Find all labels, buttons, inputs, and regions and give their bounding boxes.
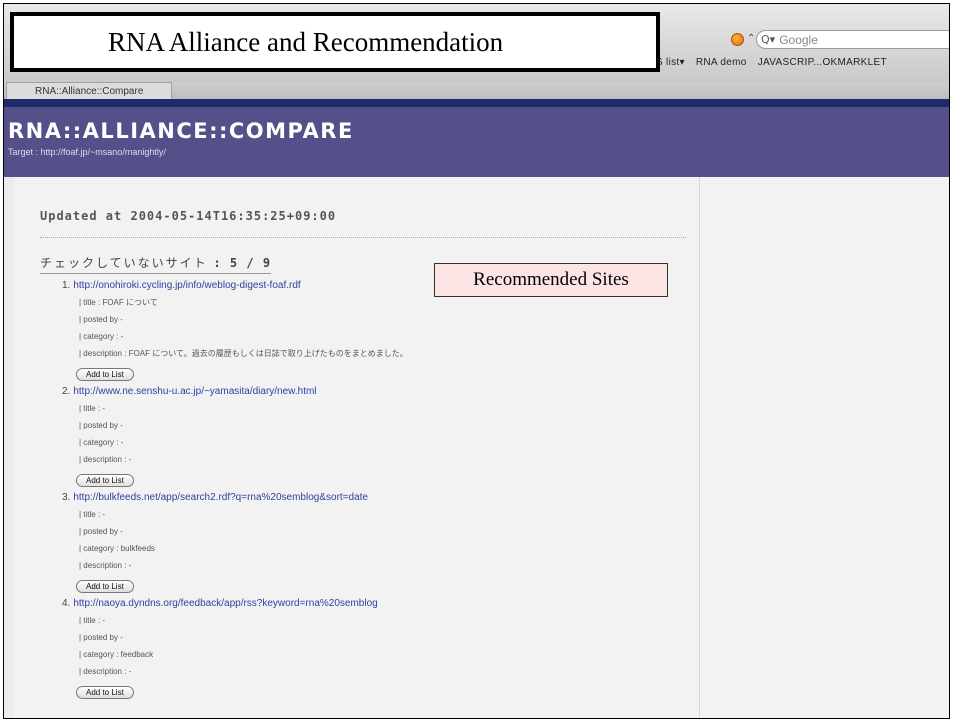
page-title: RNA::ALLIANCE::COMPARE [8,119,354,143]
entry-number: 2. [62,386,71,397]
entry-posted-by: | posted by - [79,315,123,324]
annotation-title: RNA Alliance and Recommendation [10,12,660,72]
entry-category: | category : - [79,332,124,341]
search-input[interactable]: Q▾ Google [756,30,949,49]
entry-link[interactable]: http://naoya.dyndns.org/feedback/app/rss… [73,598,377,609]
unchecked-count: : 5 / 9 [213,256,272,270]
entry-number: 1. [62,280,71,291]
entry-title: | title : - [79,510,106,519]
entry-description: | description : - [79,561,132,570]
site-header: RNA::ALLIANCE::COMPARE Target : http://f… [4,107,949,177]
screenshot-frame: ⌃ Q▾ Google S list▾ RNA demo JAVASCRIP..… [3,3,950,719]
entry-category: | category : feedback [79,650,154,659]
header-band [4,99,949,107]
entry-link[interactable]: http://onohiroki.cycling.jp/info/weblog-… [73,280,300,291]
list-item: 2. http://www.ne.senshu-u.ac.jp/~yamasita… [62,384,692,487]
entry-posted-by: | posted by - [79,421,123,430]
bookmark-bookmarklet[interactable]: JAVASCRIP...OKMARKLET [758,57,887,68]
entry-link[interactable]: http://www.ne.senshu-u.ac.jp/~yamasita/d… [73,386,316,397]
recommended-sites-label: Recommended Sites [434,263,668,297]
entry-number: 4. [62,598,71,609]
search-icon: Q▾ [761,33,776,46]
add-to-list-button[interactable]: Add to List [76,580,134,593]
entry-description: | description : - [79,455,132,464]
left-strip [4,177,14,718]
entry-url-row: 4. http://naoya.dyndns.org/feedback/app/r… [62,596,692,612]
unchecked-sites-heading: チェックしていないサイト : 5 / 9 [40,254,272,274]
add-to-list-button[interactable]: Add to List [76,686,134,699]
list-item: 3. http://bulkfeeds.net/app/search2.rdf?q… [62,490,692,593]
entry-description: | description : - [79,667,132,676]
entry-posted-by: | posted by - [79,527,123,536]
feed-icon[interactable] [731,33,744,46]
chevron-up-icon[interactable]: ⌃ [747,33,755,44]
bookmarks-bar: S list▾ RNA demo JAVASCRIP...OKMARKLET [656,57,895,68]
bookmark-rna-demo[interactable]: RNA demo [696,57,747,68]
entry-link[interactable]: http://bulkfeeds.net/app/search2.rdf?q=r… [73,492,368,503]
add-to-list-button[interactable]: Add to List [76,474,134,487]
site-list: 1. http://onohiroki.cycling.jp/info/weblo… [62,278,692,702]
entry-title: | title : - [79,404,106,413]
entry-description: | description : FOAF について。過去の履歴もしくは日誌で取り… [79,349,408,358]
entry-url-row: 2. http://www.ne.senshu-u.ac.jp/~yamasita… [62,384,692,400]
target-url: Target : http://foaf.jp/~msano/manightly… [8,147,166,157]
list-item: 4. http://naoya.dyndns.org/feedback/app/r… [62,596,692,699]
entry-title: | title : - [79,616,106,625]
right-sidebar [699,177,949,718]
tab-rna-alliance-compare[interactable]: RNA::Alliance::Compare [6,82,172,99]
search-placeholder: Google [779,32,818,47]
add-to-list-button[interactable]: Add to List [76,368,134,381]
main-content: Updated at 2004-05-14T16:35:25+09:00 チェッ… [14,177,699,718]
unchecked-label: チェックしていないサイト [40,256,208,270]
bookmark-s-list[interactable]: S list▾ [656,57,685,68]
updated-timestamp: Updated at 2004-05-14T16:35:25+09:00 [40,209,686,238]
entry-posted-by: | posted by - [79,633,123,642]
entry-number: 3. [62,492,71,503]
entry-category: | category : - [79,438,124,447]
entry-url-row: 3. http://bulkfeeds.net/app/search2.rdf?q… [62,490,692,506]
entry-category: | category : bulkfeeds [79,544,155,553]
